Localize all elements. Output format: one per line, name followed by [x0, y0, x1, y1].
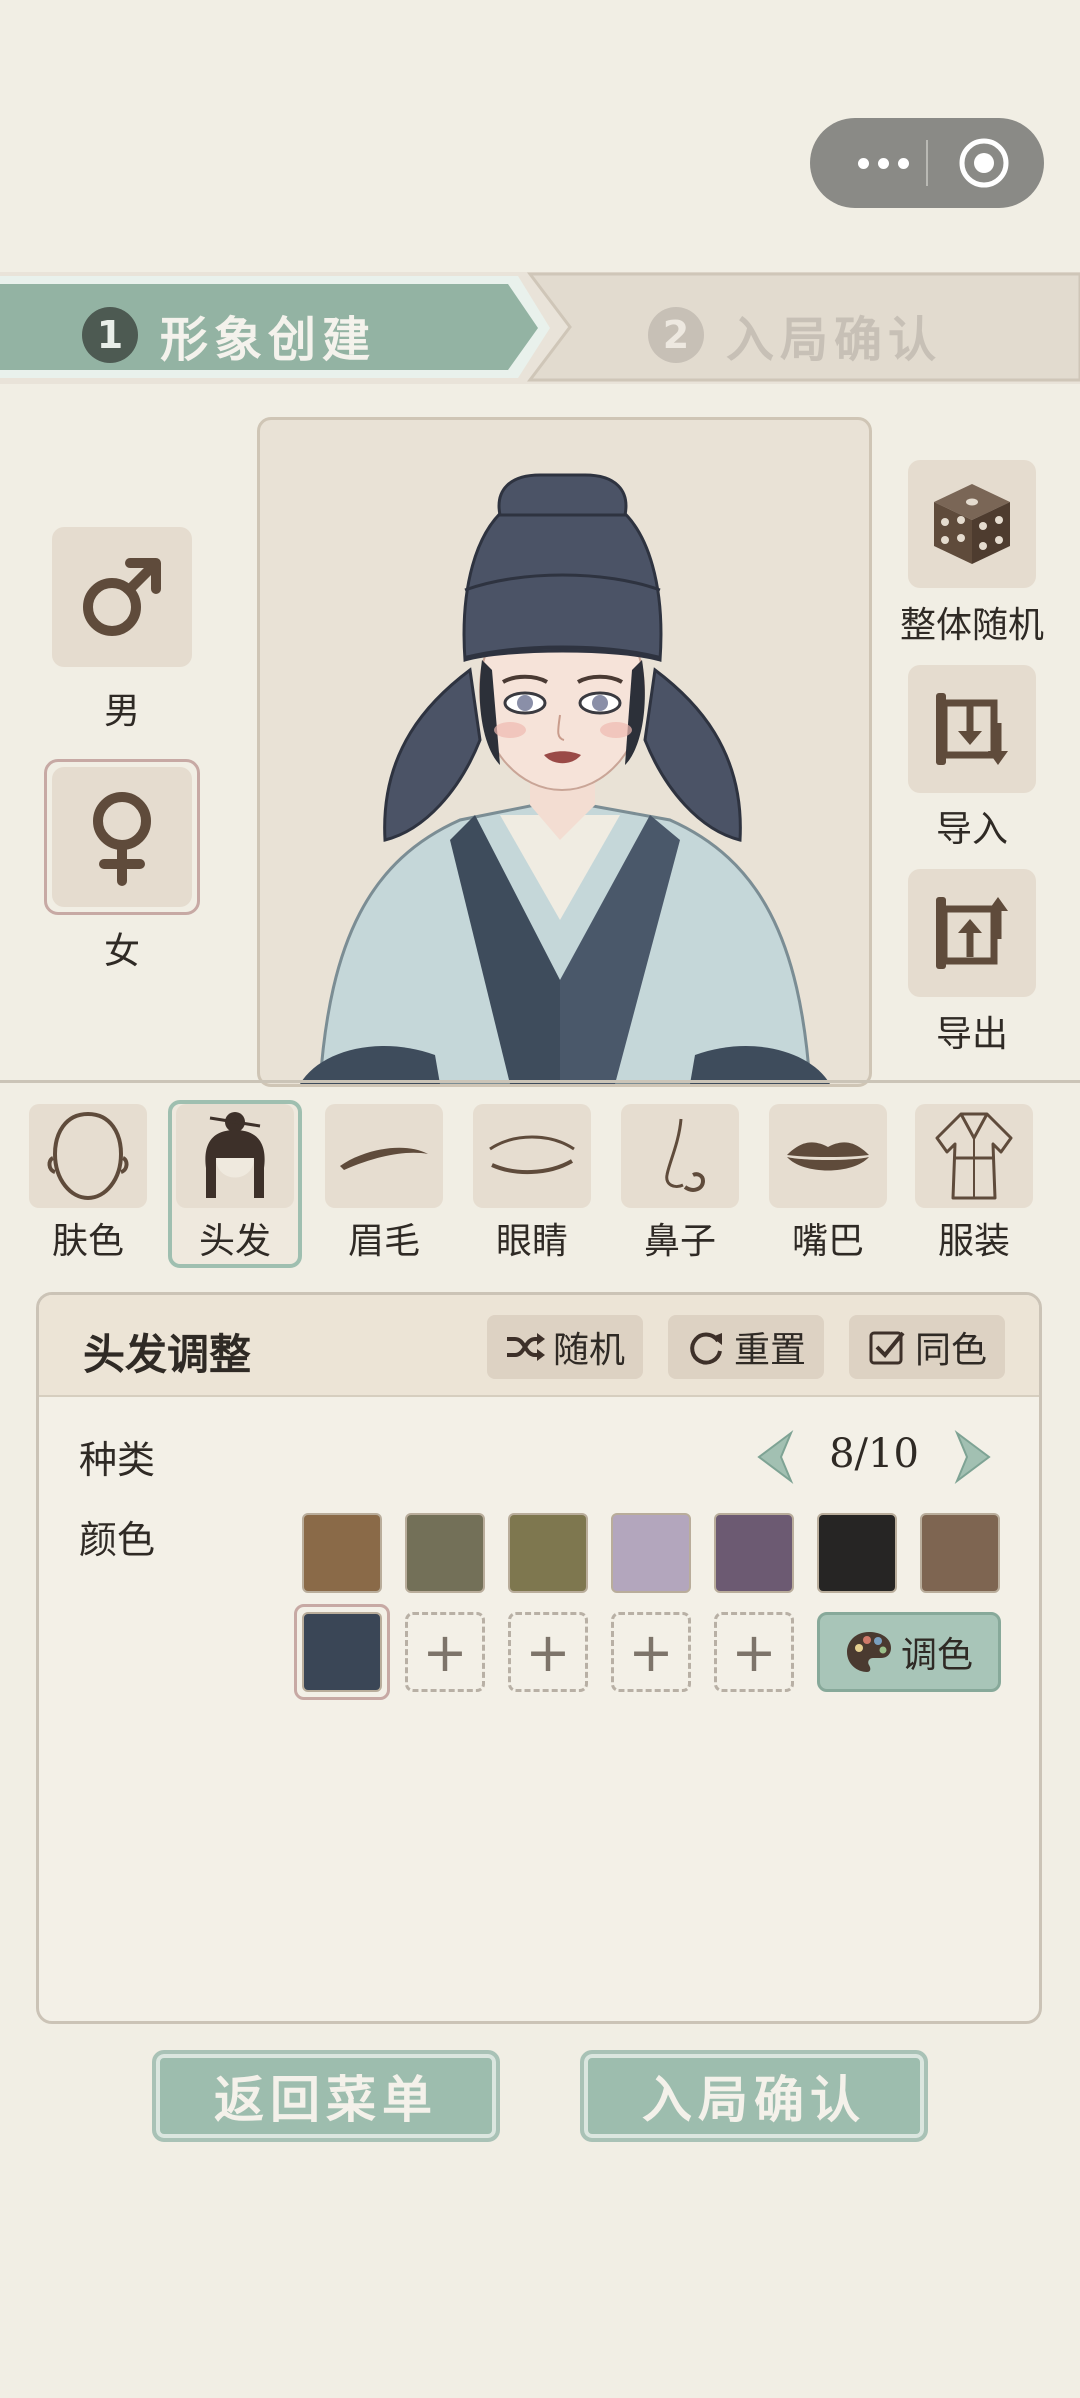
confirm-entry-button[interactable]: 入局确认: [580, 2050, 928, 2142]
random-all-label: 整体随机: [899, 605, 1044, 646]
capsule-divider: [926, 140, 928, 186]
category-label: 服装: [937, 1221, 1010, 1262]
export-scroll-icon: [936, 897, 1008, 969]
reset-button[interactable]: 重置: [668, 1315, 824, 1379]
export-button[interactable]: [908, 869, 1036, 997]
category-clothing[interactable]: 服装: [915, 1104, 1033, 1264]
step-1: 1 形象创建: [82, 300, 376, 370]
character-illustration: [300, 473, 830, 1084]
import-scroll-icon: [936, 693, 1008, 765]
male-button[interactable]: [52, 527, 192, 667]
type-label: 种类: [79, 1438, 156, 1482]
male-symbol-icon: [83, 558, 161, 636]
chevron-left-icon[interactable]: [751, 1429, 799, 1485]
random-hair-label: 随机: [552, 1330, 625, 1371]
color-swatch[interactable]: [508, 1513, 588, 1593]
add-color-slot[interactable]: +: [508, 1612, 588, 1692]
miniprogram-capsule: [810, 118, 1044, 208]
color-swatch[interactable]: [920, 1513, 1000, 1593]
female-label: 女: [103, 931, 140, 972]
more-icon[interactable]: [840, 118, 926, 208]
eye-icon: [489, 1135, 575, 1174]
eyebrow-icon: [340, 1147, 428, 1170]
same-color-toggle[interactable]: 同色: [849, 1315, 1005, 1379]
shuffle-icon: [506, 1333, 545, 1361]
hair-bun-icon: [205, 1112, 265, 1198]
color-swatch[interactable]: [611, 1513, 691, 1593]
category-label: 嘴巴: [791, 1221, 864, 1262]
color-swatch[interactable]: [405, 1513, 485, 1593]
step-1-number: 1: [82, 307, 138, 363]
panel-title: 头发调整: [83, 1330, 252, 1379]
category-label: 眼睛: [495, 1221, 568, 1262]
female-button[interactable]: [52, 767, 192, 907]
same-color-label: 同色: [914, 1330, 987, 1371]
dice-icon: [934, 484, 1010, 564]
category-label: 鼻子: [643, 1221, 716, 1262]
face-outline-icon: [47, 1111, 129, 1201]
character-portrait: [257, 417, 872, 1087]
color-label: 颜色: [79, 1518, 156, 1562]
refresh-icon: [690, 1332, 722, 1365]
hair-adjust-panel: 头发调整 随机 重置 同色 种类 8/10 颜色 + + + + 调色: [36, 1292, 1042, 2024]
random-hair-button[interactable]: 随机: [487, 1315, 643, 1379]
category-label: 眉毛: [347, 1221, 420, 1262]
lips-icon: [787, 1142, 869, 1171]
category-label: 肤色: [51, 1221, 124, 1262]
nose-icon: [665, 1118, 706, 1192]
chevron-right-icon[interactable]: [949, 1429, 997, 1485]
category-eyes[interactable]: 眼睛: [473, 1104, 591, 1264]
color-swatch-selected[interactable]: [302, 1612, 382, 1692]
category-mouth[interactable]: 嘴巴: [769, 1104, 887, 1264]
color-swatch[interactable]: [817, 1513, 897, 1593]
step-1-label: 形象创建: [160, 312, 377, 368]
export-label: 导出: [935, 1014, 1008, 1055]
category-nose[interactable]: 鼻子: [621, 1104, 739, 1264]
robe-icon: [935, 1112, 1013, 1200]
section-divider: [0, 1080, 1080, 1083]
palette-label: 调色: [900, 1635, 973, 1676]
category-eyebrow[interactable]: 眉毛: [325, 1104, 443, 1264]
checkbox-checked-icon: [869, 1331, 905, 1365]
female-symbol-icon: [93, 792, 151, 886]
color-swatch[interactable]: [714, 1513, 794, 1593]
palette-button[interactable]: 调色: [817, 1612, 1001, 1692]
add-color-slot[interactable]: +: [405, 1612, 485, 1692]
add-color-slot[interactable]: +: [714, 1612, 794, 1692]
type-counter: 8/10: [829, 1431, 919, 1477]
palette-icon: [846, 1632, 891, 1672]
step-2-label: 入局确认: [726, 312, 943, 368]
import-button[interactable]: [908, 665, 1036, 793]
category-label: 头发: [198, 1221, 271, 1262]
category-skin[interactable]: 肤色: [29, 1104, 147, 1264]
import-label: 导入: [935, 809, 1008, 850]
close-target-icon[interactable]: [958, 137, 1010, 189]
reset-label: 重置: [733, 1330, 806, 1371]
step-2: 2 入局确认: [648, 300, 942, 370]
category-hair[interactable]: 头发: [176, 1104, 294, 1264]
random-all-button[interactable]: [908, 460, 1036, 588]
step-2-number: 2: [648, 307, 704, 363]
color-swatch[interactable]: [302, 1513, 382, 1593]
back-to-menu-button[interactable]: 返回菜单: [152, 2050, 500, 2142]
male-label: 男: [103, 691, 140, 732]
add-color-slot[interactable]: +: [611, 1612, 691, 1692]
